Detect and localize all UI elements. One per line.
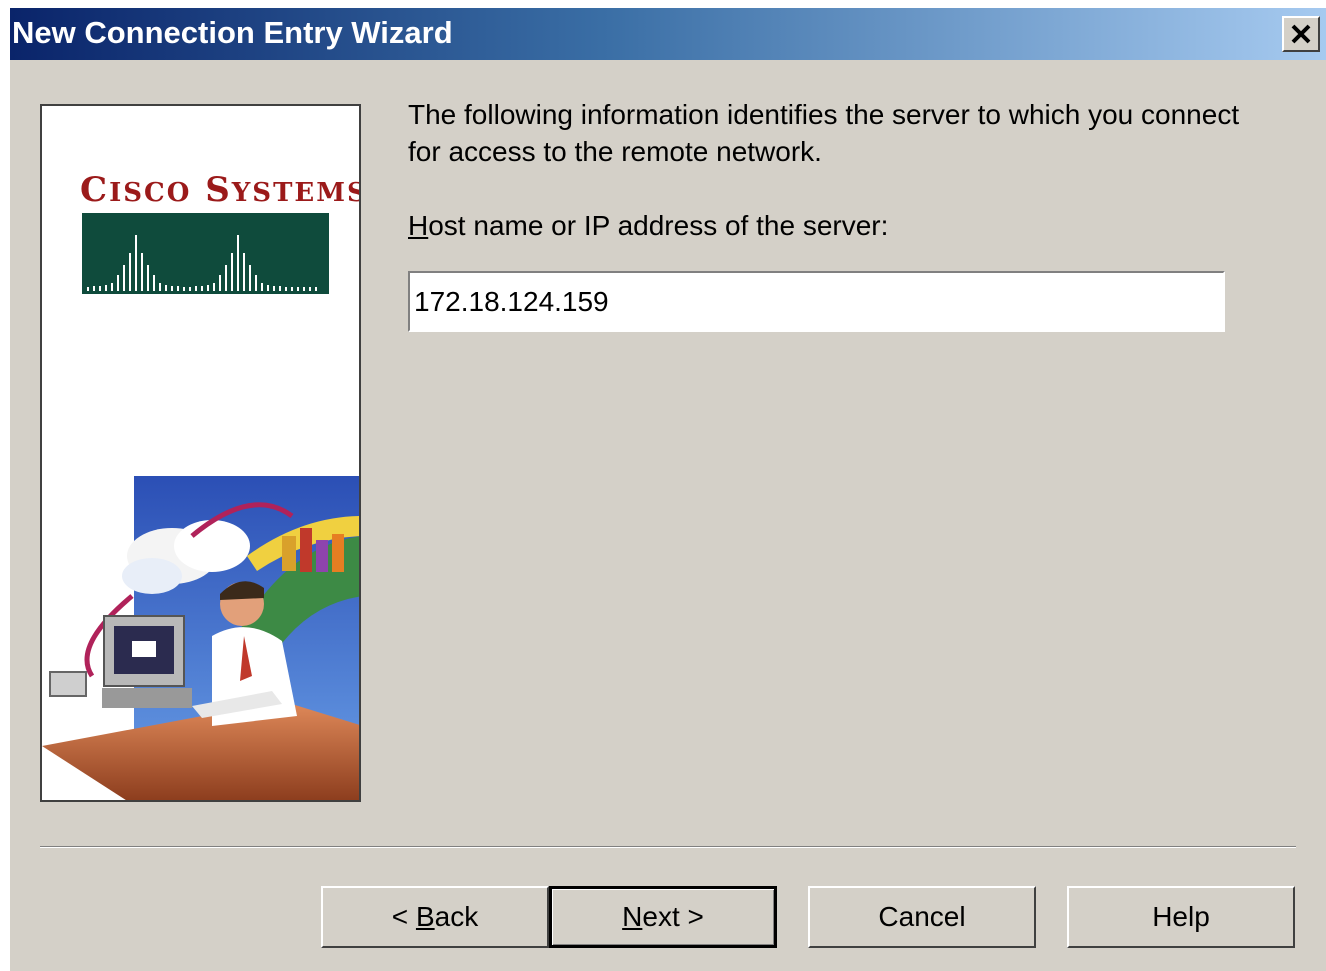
host-input[interactable]	[408, 271, 1225, 332]
close-button[interactable]	[1282, 16, 1320, 52]
cisco-logo-bars-icon	[82, 213, 329, 294]
wizard-window: New Connection Entry Wizard CISCO SYSTEM…	[10, 8, 1326, 971]
wizard-description: The following information identifies the…	[408, 99, 1240, 167]
wizard-art-panel: CISCO SYSTEMS	[40, 104, 361, 802]
host-field-label: Host name or IP address of the server:	[408, 210, 889, 241]
help-button[interactable]: Help	[1067, 886, 1295, 948]
button-separator	[40, 846, 1296, 848]
remote-user-illustration	[42, 476, 359, 800]
cisco-logo-wordmark: CISCO SYSTEMS	[80, 170, 361, 210]
back-button[interactable]: < Back	[321, 886, 549, 948]
title-bar[interactable]: New Connection Entry Wizard	[10, 8, 1326, 60]
next-button[interactable]: Next >	[549, 886, 777, 948]
close-icon	[1291, 24, 1311, 44]
cancel-button[interactable]: Cancel	[808, 886, 1036, 948]
window-title: New Connection Entry Wizard	[12, 15, 453, 50]
